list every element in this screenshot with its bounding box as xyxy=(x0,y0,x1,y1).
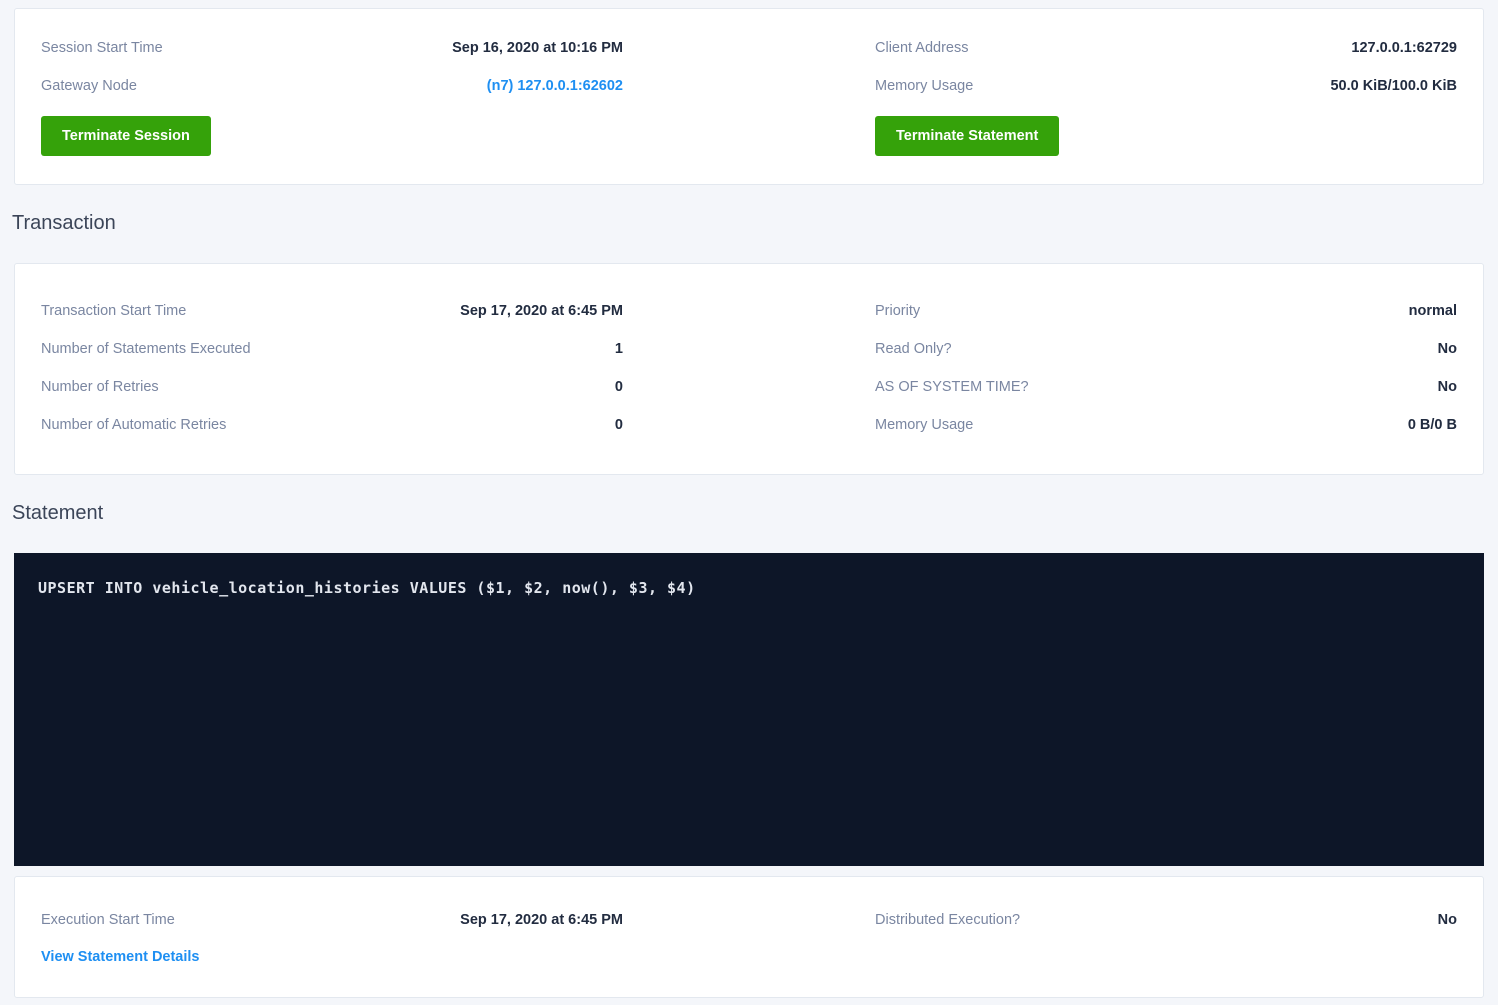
read-only-value: No xyxy=(1438,341,1457,357)
execution-start-time-label: Execution Start Time xyxy=(41,912,175,928)
transaction-memory-usage-label: Memory Usage xyxy=(875,417,973,433)
session-memory-usage-row: Memory Usage 50.0 KiB/100.0 KiB xyxy=(875,67,1457,105)
as-of-system-time-row: AS OF SYSTEM TIME? No xyxy=(875,368,1457,406)
execution-details-grid: Execution Start Time Sep 17, 2020 at 6:4… xyxy=(15,901,1483,975)
execution-left-column: Execution Start Time Sep 17, 2020 at 6:4… xyxy=(41,901,623,975)
session-overview-left-column: Session Start Time Sep 16, 2020 at 10:16… xyxy=(41,29,623,156)
terminate-session-button[interactable]: Terminate Session xyxy=(41,116,211,156)
transaction-section-heading: Transaction xyxy=(12,209,1498,237)
statements-executed-row: Number of Statements Executed 1 xyxy=(41,330,623,368)
retries-label: Number of Retries xyxy=(41,379,159,395)
priority-label: Priority xyxy=(875,303,920,319)
session-start-time-label: Session Start Time xyxy=(41,40,163,56)
transaction-start-time-value: Sep 17, 2020 at 6:45 PM xyxy=(460,303,623,319)
automatic-retries-label: Number of Automatic Retries xyxy=(41,417,226,433)
gateway-node-label: Gateway Node xyxy=(41,78,137,94)
gateway-node-row: Gateway Node (n7) 127.0.0.1:62602 xyxy=(41,67,623,105)
view-statement-details-row: View Statement Details xyxy=(41,939,623,975)
session-start-time-row: Session Start Time Sep 16, 2020 at 10:16… xyxy=(41,29,623,67)
transaction-memory-usage-value: 0 B/0 B xyxy=(1408,417,1457,433)
view-statement-details-link[interactable]: View Statement Details xyxy=(41,949,200,965)
as-of-system-time-value: No xyxy=(1438,379,1457,395)
session-details-page: Session Start Time Sep 16, 2020 at 10:16… xyxy=(0,0,1498,998)
session-memory-usage-value: 50.0 KiB/100.0 KiB xyxy=(1330,78,1457,94)
session-overview-right-column: Client Address 127.0.0.1:62729 Memory Us… xyxy=(875,29,1457,156)
execution-start-time-row: Execution Start Time Sep 17, 2020 at 6:4… xyxy=(41,901,623,939)
priority-value: normal xyxy=(1409,303,1457,319)
execution-start-time-value: Sep 17, 2020 at 6:45 PM xyxy=(460,912,623,928)
session-memory-usage-label: Memory Usage xyxy=(875,78,973,94)
retries-row: Number of Retries 0 xyxy=(41,368,623,406)
distributed-execution-label: Distributed Execution? xyxy=(875,912,1020,928)
session-start-time-value: Sep 16, 2020 at 10:16 PM xyxy=(452,40,623,56)
retries-value: 0 xyxy=(615,379,623,395)
execution-right-column: Distributed Execution? No xyxy=(875,901,1457,975)
transaction-right-column: Priority normal Read Only? No AS OF SYST… xyxy=(875,292,1457,444)
statements-executed-label: Number of Statements Executed xyxy=(41,341,251,357)
transaction-memory-usage-row: Memory Usage 0 B/0 B xyxy=(875,406,1457,444)
statement-sql-text: UPSERT INTO vehicle_location_histories V… xyxy=(38,579,696,597)
transaction-left-column: Transaction Start Time Sep 17, 2020 at 6… xyxy=(41,292,623,444)
priority-row: Priority normal xyxy=(875,292,1457,330)
transaction-card: Transaction Start Time Sep 17, 2020 at 6… xyxy=(14,263,1484,475)
session-overview-card: Session Start Time Sep 16, 2020 at 10:16… xyxy=(14,8,1484,185)
distributed-execution-row: Distributed Execution? No xyxy=(875,901,1457,939)
statement-sql-box: UPSERT INTO vehicle_location_histories V… xyxy=(14,553,1484,866)
terminate-statement-button[interactable]: Terminate Statement xyxy=(875,116,1059,156)
transaction-start-time-row: Transaction Start Time Sep 17, 2020 at 6… xyxy=(41,292,623,330)
distributed-execution-value: No xyxy=(1438,912,1457,928)
statements-executed-value: 1 xyxy=(615,341,623,357)
read-only-row: Read Only? No xyxy=(875,330,1457,368)
client-address-value: 127.0.0.1:62729 xyxy=(1351,40,1457,56)
client-address-row: Client Address 127.0.0.1:62729 xyxy=(875,29,1457,67)
as-of-system-time-label: AS OF SYSTEM TIME? xyxy=(875,379,1029,395)
read-only-label: Read Only? xyxy=(875,341,952,357)
gateway-node-link[interactable]: (n7) 127.0.0.1:62602 xyxy=(487,78,623,94)
client-address-label: Client Address xyxy=(875,40,969,56)
transaction-grid: Transaction Start Time Sep 17, 2020 at 6… xyxy=(15,292,1483,444)
automatic-retries-value: 0 xyxy=(615,417,623,433)
execution-details-card: Execution Start Time Sep 17, 2020 at 6:4… xyxy=(14,876,1484,998)
statement-section-heading: Statement xyxy=(12,499,1498,527)
transaction-start-time-label: Transaction Start Time xyxy=(41,303,186,319)
automatic-retries-row: Number of Automatic Retries 0 xyxy=(41,406,623,444)
session-overview-grid: Session Start Time Sep 16, 2020 at 10:16… xyxy=(15,29,1483,156)
